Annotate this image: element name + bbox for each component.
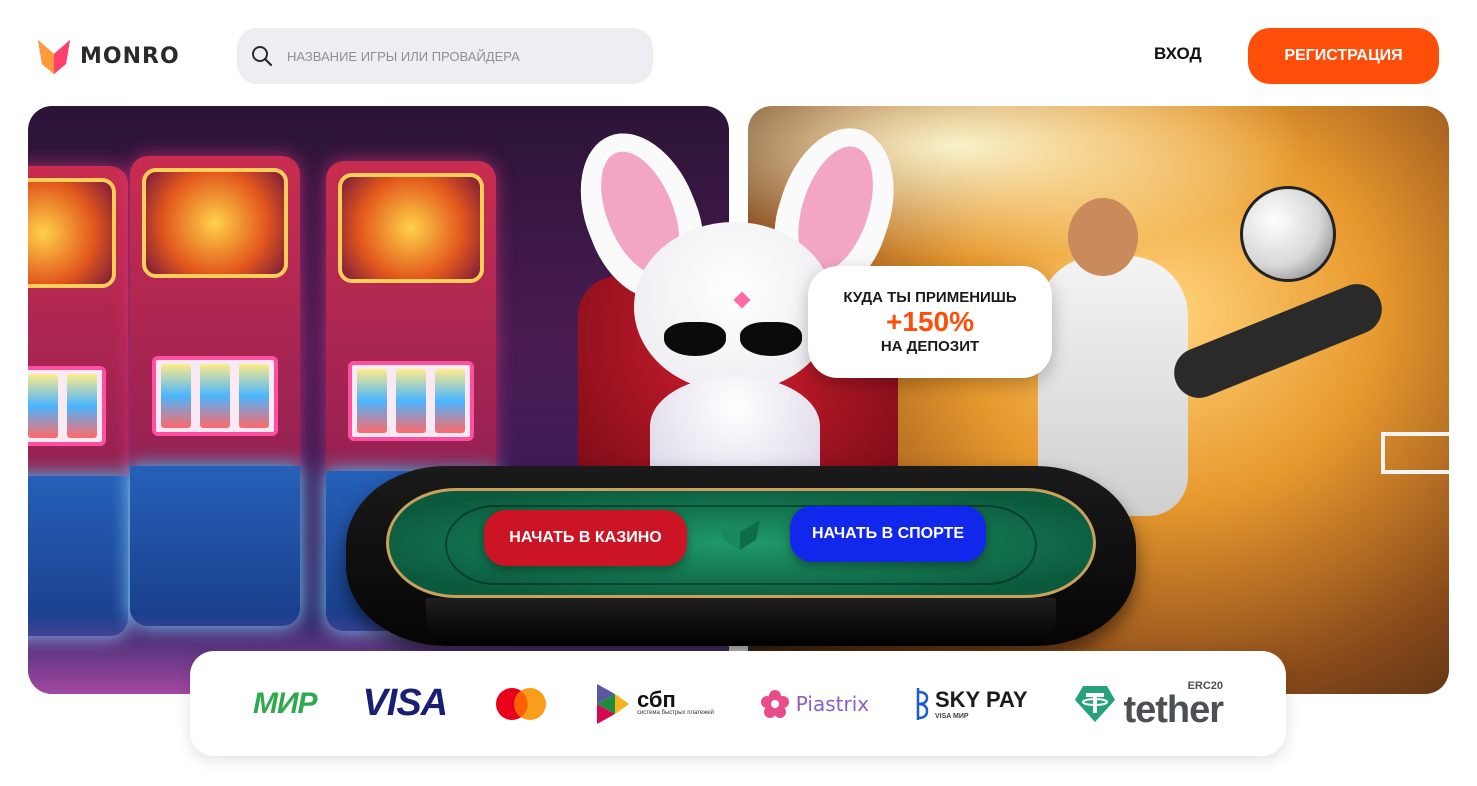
soccer-ball-image bbox=[1240, 186, 1336, 282]
piastrix-name: Piastrix bbox=[795, 691, 870, 716]
tether-logo-icon bbox=[1075, 685, 1116, 722]
mascot-head bbox=[634, 222, 834, 392]
payment-visa: VISA bbox=[362, 682, 448, 725]
search-bar[interactable] bbox=[237, 28, 653, 84]
search-input[interactable] bbox=[287, 48, 627, 64]
sbp-logo-icon bbox=[596, 683, 629, 724]
slot-machine-image bbox=[130, 156, 300, 626]
sbp-name: сбп bbox=[636, 687, 676, 712]
visa-logo: VISA bbox=[362, 682, 448, 724]
payment-mastercard bbox=[493, 686, 549, 722]
piastrix-flower-icon bbox=[760, 689, 789, 718]
register-button[interactable]: РЕГИСТРАЦИЯ bbox=[1248, 28, 1439, 84]
brand-logo[interactable]: MONRO bbox=[36, 36, 180, 76]
brand-name: MONRO bbox=[80, 43, 180, 69]
payment-sbp: сбп система быстрых платежей bbox=[595, 682, 714, 726]
skypay-logo-icon bbox=[916, 687, 929, 720]
payment-tether: ERC20 tether bbox=[1073, 680, 1224, 731]
header: MONRO ВХОД РЕГИСТРАЦИЯ bbox=[0, 0, 1477, 106]
payment-methods-bar: МИР VISA сбп система быстрых платежей Pi… bbox=[190, 651, 1286, 756]
monro-logo-icon bbox=[38, 40, 70, 74]
start-sport-button[interactable]: НАЧАТЬ В СПОРТЕ bbox=[790, 506, 986, 562]
promo-line3: НА ДЕПОЗИТ bbox=[880, 338, 980, 355]
sunglasses bbox=[664, 322, 802, 362]
login-link[interactable]: ВХОД bbox=[1154, 44, 1202, 64]
start-casino-button[interactable]: НАЧАТЬ В КАЗИНО bbox=[484, 510, 687, 566]
tether-name: tether bbox=[1123, 688, 1224, 731]
payment-skypay: SKY PAY VISA МИР bbox=[915, 686, 1028, 722]
goal-image bbox=[1381, 432, 1449, 474]
player-head bbox=[1068, 198, 1138, 276]
poker-table-image bbox=[346, 466, 1136, 646]
sbp-subtitle: система быстрых платежей bbox=[636, 710, 714, 716]
mascot-body bbox=[650, 376, 820, 476]
skypay-name: SKY PAY bbox=[935, 687, 1028, 712]
search-icon bbox=[252, 46, 273, 67]
mastercard-logo-icon bbox=[496, 687, 547, 720]
mir-logo: МИР bbox=[252, 686, 318, 720]
promo-bubble: КУДА ТЫ ПРИМЕНИШЬ +150% НА ДЕПОЗИТ bbox=[808, 266, 1052, 378]
promo-line1: КУДА ТЫ ПРИМЕНИШЬ bbox=[843, 289, 1017, 306]
slot-machine-image bbox=[28, 166, 128, 636]
skypay-subtitle: VISA МИР bbox=[935, 713, 969, 720]
table-base bbox=[426, 598, 1056, 646]
payment-piastrix: Piastrix bbox=[760, 689, 869, 719]
promo-bonus: +150% bbox=[886, 306, 974, 337]
payment-mir: МИР bbox=[252, 686, 318, 721]
monro-heart-icon bbox=[720, 520, 760, 550]
